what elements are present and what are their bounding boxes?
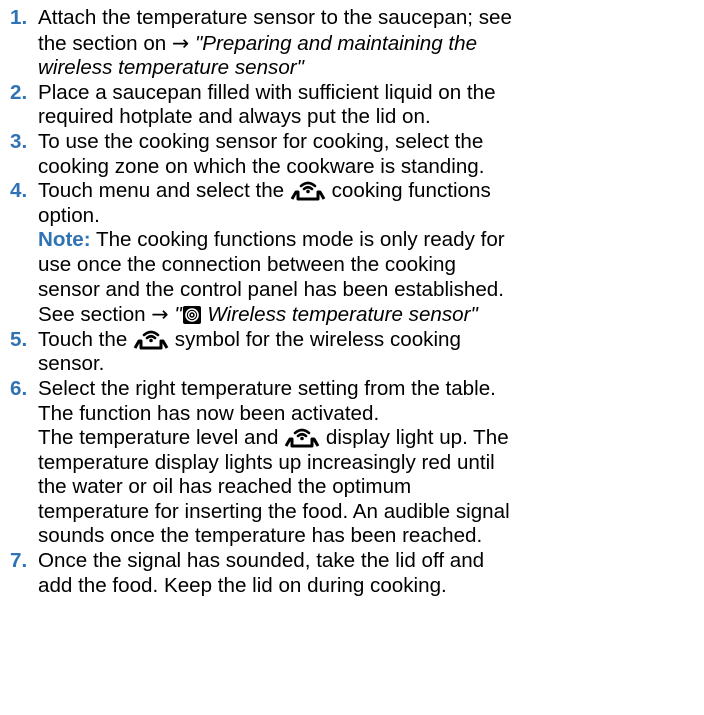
step-number: 5.: [10, 327, 28, 351]
text-line: cooking zone on which the cookware is st…: [38, 154, 485, 178]
note-label: Note:: [38, 228, 91, 252]
arrow-icon: →: [151, 302, 169, 327]
wireless-temperature-sensor-icon: [182, 305, 202, 325]
text-line: the section on: [38, 31, 167, 55]
note-text: sensor and the control panel has been es…: [38, 277, 504, 301]
text-line: cooking functions: [331, 179, 491, 203]
step-text: Touch menu and select the cooking functi…: [38, 179, 696, 328]
step-7: 7. Once the signal has sounded, take the…: [10, 549, 696, 598]
step-number: 2.: [10, 80, 28, 104]
cross-reference-text: Wireless temperature sensor": [207, 303, 478, 327]
quote-mark: ": [174, 303, 182, 327]
step-number: 1.: [10, 6, 28, 29]
step-6: 6. Select the right temperature setting …: [10, 377, 696, 549]
note-text: The cooking functions mode is only ready…: [95, 228, 505, 252]
text-line: The temperature level and: [38, 426, 279, 450]
step-number: 4.: [10, 179, 28, 203]
text-line: temperature for inserting the food. An a…: [38, 499, 510, 523]
step-text: To use the cooking sensor for cooking, s…: [38, 130, 696, 179]
wireless-cooking-sensor-icon: [133, 328, 169, 350]
step-text: Select the right temperature setting fro…: [38, 377, 696, 549]
wireless-cooking-sensor-icon: [284, 426, 320, 448]
step-text: Attach the temperature sensor to the sau…: [38, 6, 696, 81]
text-line: Touch the: [38, 327, 128, 351]
note-text: use once the connection between the cook…: [38, 252, 456, 276]
step-number: 3.: [10, 129, 28, 153]
instructions: 1. Attach the temperature sensor to the …: [0, 0, 704, 598]
cross-reference-link[interactable]: "Preparing and maintaining the: [195, 32, 477, 55]
step-3: 3. To use the cooking sensor for cooking…: [10, 130, 696, 179]
text-line: To use the cooking sensor for cooking, s…: [38, 129, 484, 153]
step-text: Touch the symbol for the wireless cookin…: [38, 328, 696, 377]
text-line: Attach the temperature sensor to the sau…: [38, 6, 512, 29]
note-text: See section: [38, 303, 146, 327]
wireless-cooking-sensor-icon: [290, 179, 326, 201]
text-line: the water or oil has reached the optimum: [38, 475, 412, 499]
text-line: Once the signal has sounded, take the li…: [38, 549, 485, 573]
arrow-icon: →: [171, 30, 190, 55]
text-line: add the food. Keep the lid on during coo…: [38, 573, 447, 597]
step-2: 2. Place a saucepan filled with sufficie…: [10, 81, 696, 130]
text-line: The function has now been activated.: [38, 401, 380, 425]
text-line: display light up. The: [325, 426, 509, 450]
step-text: Place a saucepan filled with sufficient …: [38, 81, 696, 130]
step-4: 4. Touch menu and select the cooking fun…: [10, 179, 696, 328]
text-line: Select the right temperature setting fro…: [38, 376, 496, 400]
text-line: sounds once the temperature has been rea…: [38, 524, 483, 548]
text-line: sensor.: [38, 352, 105, 376]
text-line: Touch menu and select the: [38, 179, 285, 203]
step-5: 5. Touch the symbol for the wireless coo…: [10, 328, 696, 377]
text-line: symbol for the wireless cooking: [174, 327, 461, 351]
step-number: 6.: [10, 376, 28, 400]
cross-reference-link[interactable]: wireless temperature sensor": [38, 56, 696, 81]
text-line: temperature display lights up increasing…: [38, 450, 495, 474]
cross-reference-link[interactable]: " Wireless temperature sensor": [174, 303, 477, 326]
step-text: Once the signal has sounded, take the li…: [38, 549, 696, 598]
step-1: 1. Attach the temperature sensor to the …: [10, 6, 696, 81]
text-line: option.: [38, 203, 100, 227]
step-number: 7.: [10, 549, 28, 573]
text-line: Place a saucepan filled with sufficient …: [38, 80, 496, 104]
text-line: required hotplate and always put the lid…: [38, 105, 431, 129]
